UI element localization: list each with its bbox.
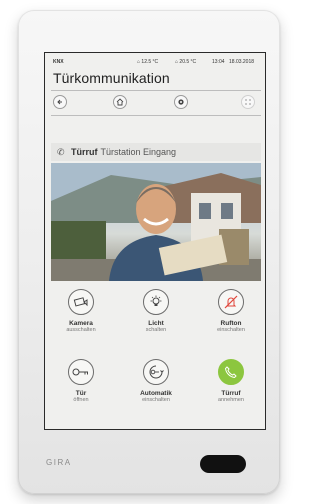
home-button[interactable]	[113, 95, 127, 109]
divider	[51, 115, 261, 116]
home-icon	[116, 98, 124, 106]
camera-off-button[interactable]: Kamera ausschalten	[51, 289, 111, 334]
indoor-temperature: ⌂ 20.5 °C	[175, 59, 197, 65]
call-type: Türruf	[71, 147, 98, 157]
control-label: Rufton	[220, 320, 242, 327]
control-sublabel: öffnen	[73, 397, 89, 403]
door-button-circle[interactable]	[68, 359, 94, 385]
call-header: ✆ Türruf Türstation Eingang	[51, 143, 261, 161]
indoor-temp-icon: ⌂	[175, 59, 179, 65]
camera-icon	[73, 297, 88, 307]
control-sublabel: ausschalten	[66, 327, 96, 333]
call-controls: Kamera ausschalten Licht schalten Rufton…	[51, 289, 261, 425]
control-sublabel: schalten	[145, 327, 167, 333]
control-sublabel: einschalten	[217, 327, 245, 333]
light-bulb-icon	[150, 295, 162, 306]
control-label: Automatik	[140, 390, 172, 397]
key-icon	[72, 368, 88, 376]
door-open-button[interactable]: Tür öffnen	[51, 359, 111, 404]
control-sublabel: annehmen	[218, 397, 244, 403]
camera-feed	[51, 163, 261, 281]
page-title: Türkommunikation	[53, 70, 170, 86]
touch-screen: KNX ⌂ 12.5 °C ⌂ 20.5 °C 13:04 18.03.2018…	[44, 52, 266, 430]
control-label: Kamera	[69, 320, 93, 327]
arrow-left-icon	[57, 99, 62, 105]
grid-button[interactable]	[241, 95, 255, 109]
ringtone-button[interactable]: Rufton einschalten	[201, 289, 261, 334]
control-label: Licht	[148, 320, 164, 327]
back-button[interactable]	[53, 95, 67, 109]
accept-call-button-circle[interactable]	[218, 359, 244, 385]
outdoor-temp-icon: ⌂	[137, 59, 141, 65]
control-sublabel: einschalten	[142, 397, 170, 403]
automatic-button-circle[interactable]	[143, 359, 169, 385]
date: 18.03.2018	[229, 59, 255, 65]
control-label: Türruf	[221, 390, 241, 397]
bell-muted-icon	[224, 295, 238, 309]
divider	[51, 90, 261, 91]
camera-button-circle[interactable]	[68, 289, 94, 315]
settings-button[interactable]	[174, 95, 188, 109]
gear-icon	[178, 99, 184, 105]
brand-logo: GIRA	[46, 458, 72, 467]
light-switch-button[interactable]: Licht schalten	[126, 289, 186, 334]
ringtone-button-circle[interactable]	[218, 289, 244, 315]
camera-image	[51, 163, 261, 281]
automatic-button[interactable]: Automatik einschalten	[126, 359, 186, 404]
system-label: KNX	[53, 59, 64, 65]
phone-icon	[224, 366, 237, 379]
control-label: Tür	[75, 390, 87, 397]
grid-icon	[245, 99, 251, 105]
proximity-sensor	[200, 455, 246, 473]
automatic-key-icon	[149, 365, 164, 379]
outdoor-temperature: ⌂ 12.5 °C	[137, 59, 159, 65]
phone-icon: ✆	[57, 147, 65, 157]
call-station: Türstation Eingang	[100, 147, 177, 157]
light-button-circle[interactable]	[143, 289, 169, 315]
clock: 13:04	[212, 59, 225, 65]
status-bar: KNX ⌂ 12.5 °C ⌂ 20.5 °C 13:04 18.03.2018	[45, 57, 265, 67]
accept-call-button[interactable]: Türruf annehmen	[201, 359, 261, 404]
